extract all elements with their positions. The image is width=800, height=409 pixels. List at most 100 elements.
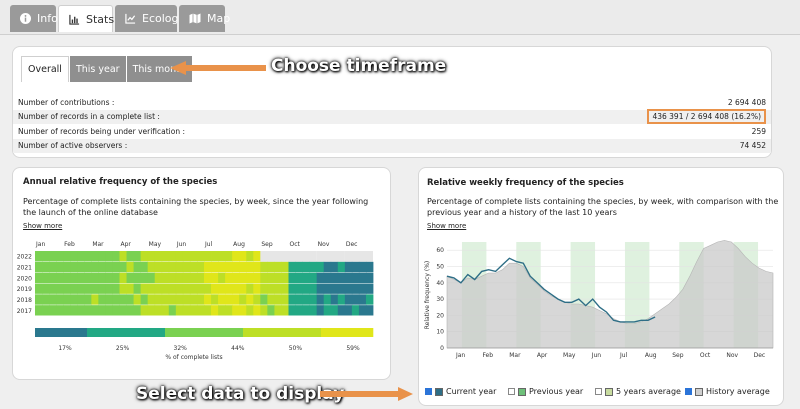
legend-5-years-average[interactable]: 5 years average [595,387,681,396]
heatmap-cell[interactable] [196,272,205,283]
heatmap-cell[interactable] [267,294,275,305]
heatmap-cell[interactable] [175,272,184,283]
heatmap-cell[interactable] [344,305,353,316]
heatmap-cell[interactable] [42,305,50,316]
heatmap-cell[interactable] [63,283,71,294]
heatmap-cell[interactable] [344,294,353,305]
heatmap-cell[interactable] [189,251,198,262]
heatmap-cell[interactable] [42,294,50,305]
heatmap-cell[interactable] [119,272,127,283]
heatmap-cell[interactable] [281,283,289,294]
heatmap-cell[interactable] [119,251,127,262]
heatmap-cell[interactable] [288,283,296,294]
tab-map[interactable]: Map [179,5,230,32]
heatmap-cell[interactable] [49,283,57,294]
heatmap-cell[interactable] [168,294,177,305]
heatmap-cell[interactable] [196,283,205,294]
heatmap-cell[interactable] [358,272,367,283]
heatmap-cell[interactable] [189,261,198,273]
heatmap-cell[interactable] [98,283,106,294]
heatmap-cell[interactable] [295,305,303,316]
heatmap-cell[interactable] [267,261,275,273]
heatmap-cell[interactable] [126,294,134,305]
heatmap-cell[interactable] [35,251,43,262]
heatmap-cell[interactable] [239,283,247,294]
heatmap-cell[interactable] [56,305,64,316]
heatmap-cell[interactable] [337,261,346,273]
heatmap-cell[interactable] [49,272,57,283]
heatmap-cell[interactable] [77,272,85,283]
heatmap-cell[interactable] [232,251,240,262]
heatmap-cell[interactable] [309,294,318,305]
heatmap-cell[interactable] [302,294,311,305]
heatmap-cell[interactable] [77,251,85,262]
heatmap-cell[interactable] [133,272,142,283]
heatmap-cell[interactable] [365,261,374,273]
heatmap-cell[interactable] [112,251,120,262]
heatmap-cell[interactable] [63,251,71,262]
heatmap-cell[interactable] [98,305,106,316]
heatmap-cell[interactable] [133,305,142,316]
heatmap-cell[interactable] [112,294,120,305]
heatmap-cell[interactable] [182,261,191,273]
heatmap-cell[interactable] [63,261,71,273]
heatmap-cell[interactable] [84,305,92,316]
heatmap-cell[interactable] [112,305,120,316]
heatmap-cell[interactable] [63,294,71,305]
heatmap-cell[interactable] [126,261,134,273]
show-more-link[interactable]: Show more [427,222,466,230]
checkbox-checked-icon[interactable] [685,388,692,395]
heatmap-cell[interactable] [175,261,184,273]
heatmap-cell[interactable] [42,251,50,262]
heatmap-cell[interactable] [105,305,113,316]
heatmap-cell[interactable] [218,294,226,305]
heatmap-cell[interactable] [253,272,261,283]
heatmap-cell[interactable] [126,283,134,294]
heatmap-cell[interactable] [168,272,177,283]
heatmap-cell[interactable] [309,272,318,283]
heatmap-cell[interactable] [239,294,247,305]
heatmap-cell[interactable] [239,305,247,316]
heatmap-cell[interactable] [147,261,156,273]
heatmap-cell[interactable] [63,272,71,283]
heatmap-cell[interactable] [168,305,177,316]
heatmap-cell[interactable] [253,261,261,273]
heatmap-cell[interactable] [274,294,282,305]
heatmap-cell[interactable] [35,272,43,283]
heatmap-cell[interactable] [182,294,191,305]
heatmap-cell[interactable] [35,305,43,316]
heatmap-cell[interactable] [126,272,134,283]
heatmap-cell[interactable] [140,261,149,273]
heatmap-cell[interactable] [211,294,219,305]
timeframe-tab-overall[interactable]: Overall [21,56,69,82]
heatmap-cell[interactable] [84,272,92,283]
heatmap-cell[interactable] [211,283,219,294]
heatmap-cell[interactable] [42,283,50,294]
heatmap-cell[interactable] [351,305,360,316]
heatmap-cell[interactable] [351,272,360,283]
heatmap-cell[interactable] [175,251,184,262]
heatmap-cell[interactable] [168,283,177,294]
heatmap-cell[interactable] [105,251,113,262]
heatmap-cell[interactable] [260,261,268,273]
heatmap-cell[interactable] [77,283,85,294]
heatmap-cell[interactable] [232,283,240,294]
heatmap-cell[interactable] [70,261,78,273]
heatmap-cell[interactable] [316,294,325,305]
heatmap-cell[interactable] [91,261,99,273]
heatmap-cell[interactable] [196,294,205,305]
heatmap-cell[interactable] [147,294,156,305]
heatmap-cell[interactable] [274,305,282,316]
heatmap-cell[interactable] [204,251,212,262]
heatmap-cell[interactable] [267,305,275,316]
heatmap-cell[interactable] [246,261,254,273]
legend-previous-year[interactable]: Previous year [508,387,583,396]
heatmap-cell[interactable] [218,261,226,273]
heatmap-cell[interactable] [225,283,233,294]
heatmap-cell[interactable] [70,251,78,262]
heatmap-cell[interactable] [196,305,205,316]
heatmap-cell[interactable] [161,294,170,305]
heatmap-cell[interactable] [77,294,85,305]
heatmap-cell[interactable] [295,283,303,294]
heatmap-cell[interactable] [154,283,163,294]
